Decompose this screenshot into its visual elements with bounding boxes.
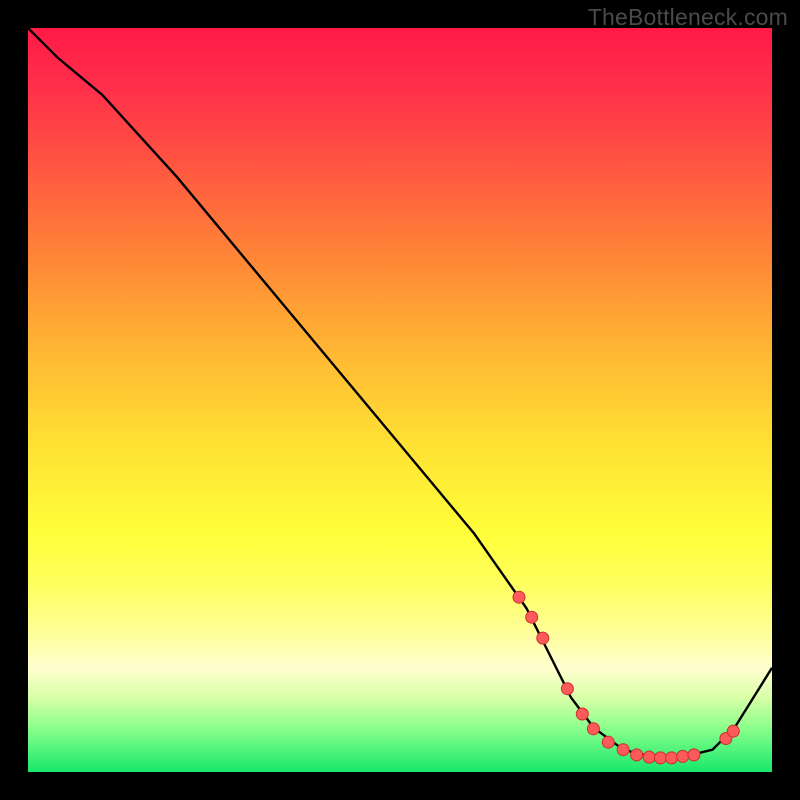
curve-marker [576,708,588,720]
curve-marker [654,752,666,764]
curve-marker [688,749,700,761]
chart-frame: TheBottleneck.com [0,0,800,800]
chart-svg [28,28,772,772]
curve-marker [727,725,739,737]
curve-marker [537,632,549,644]
curve-marker [602,736,614,748]
curve-marker [561,683,573,695]
watermark-text: TheBottleneck.com [588,4,788,31]
bottleneck-curve [28,28,772,757]
curve-marker [513,591,525,603]
curve-marker [631,749,643,761]
plot-area [28,28,772,772]
curve-marker [526,611,538,623]
curve-marker [643,751,655,763]
curve-marker [587,723,599,735]
curve-marker [666,752,678,764]
curve-marker [617,744,629,756]
curve-markers [513,591,739,764]
curve-marker [677,750,689,762]
